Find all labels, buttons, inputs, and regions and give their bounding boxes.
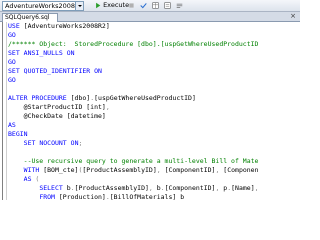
code-line[interactable]: --Use recursive query to generate a mult… (8, 157, 298, 166)
checkmark-icon (140, 2, 147, 8)
code-line[interactable]: ALTER PROCEDURE [dbo].[uspGetWhereUsedPr… (8, 94, 298, 103)
execute-button[interactable]: Execute (94, 1, 129, 10)
database-selector-value: AdventureWorks2008R2 (5, 2, 84, 10)
tab-title: SQLQuery6.sql (5, 14, 50, 21)
code-area[interactable]: USE [AdventureWorks2008R2] GO/****** Obje… (8, 22, 298, 200)
code-line[interactable]: GO (8, 58, 298, 67)
close-icon[interactable]: × (290, 12, 296, 21)
tab-sqlquery[interactable]: SQLQuery6.sql (2, 13, 58, 22)
code-line[interactable] (8, 85, 298, 94)
code-line[interactable]: SET QUOTED_IDENTIFIER ON (8, 67, 298, 76)
code-line[interactable]: AS ( (8, 175, 298, 184)
query-editor[interactable]: USE [AdventureWorks2008R2] GO/****** Obje… (0, 22, 300, 200)
code-line[interactable]: SET ANSI_NULLS ON (8, 49, 298, 58)
text-results-icon (164, 1, 171, 9)
code-line[interactable]: USE [AdventureWorks2008R2] (8, 22, 298, 31)
cancel-button[interactable] (128, 1, 135, 10)
stop-icon (129, 2, 134, 8)
results-grid-button[interactable] (152, 1, 159, 10)
code-line[interactable]: SET NOCOUNT ON; (8, 139, 298, 148)
code-line[interactable]: @StartProductID [int], (8, 103, 298, 112)
grid-icon (152, 1, 159, 9)
code-line[interactable]: @CheckDate [datetime] (8, 112, 298, 121)
toolbar: AdventureWorks2008R2 Execute (0, 0, 300, 12)
comment-icon (176, 3, 183, 8)
code-line[interactable]: FROM [Production].[BillOfMaterials] b (8, 193, 298, 200)
code-line[interactable] (8, 148, 298, 157)
editor-gutter (0, 22, 7, 200)
code-line[interactable]: GO (8, 31, 298, 40)
results-text-button[interactable] (164, 1, 171, 10)
code-line[interactable]: AS (8, 121, 298, 130)
database-selector[interactable]: AdventureWorks2008R2 (2, 1, 84, 11)
chevron-down-icon[interactable] (75, 2, 83, 10)
execute-button-label: Execute (103, 1, 130, 9)
tab-strip: SQLQuery6.sql (0, 12, 300, 22)
outline-bar (2, 22, 3, 200)
execute-icon (96, 2, 101, 8)
code-line[interactable]: SELECT b.[ProductAssemblyID], b.[Compone… (8, 184, 298, 193)
comment-button[interactable] (176, 1, 183, 10)
code-line[interactable]: WITH [BOM_cte]([ProductAssemblyID], [Com… (8, 166, 298, 175)
code-line[interactable]: /****** Object: StoredProcedure [dbo].[u… (8, 40, 298, 49)
code-line[interactable]: BEGIN (8, 130, 298, 139)
code-line[interactable]: GO (8, 76, 298, 85)
parse-button[interactable] (140, 1, 147, 10)
